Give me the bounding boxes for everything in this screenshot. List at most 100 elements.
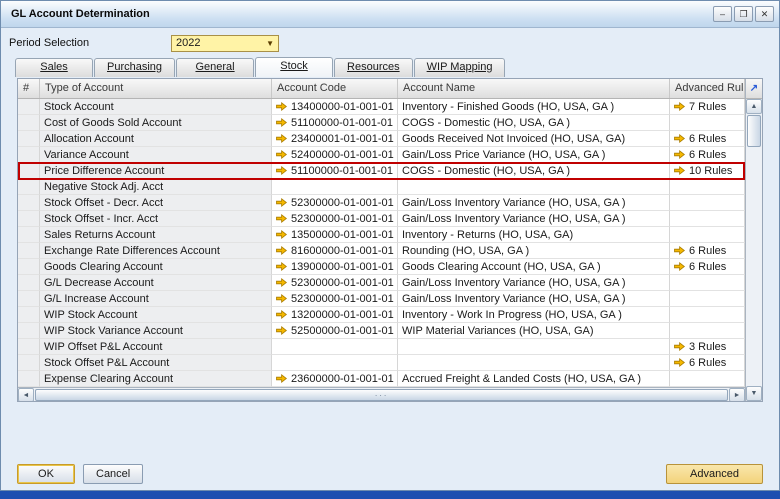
link-arrow-icon[interactable] [674, 262, 685, 271]
table-row[interactable]: WIP Stock Account13200000-01-001-01Inven… [18, 307, 745, 323]
table-row[interactable]: Stock Account13400000-01-001-01Inventory… [18, 99, 745, 115]
table-row[interactable]: Allocation Account23400001-01-001-01Good… [18, 131, 745, 147]
account-name-cell: COGS - Domestic (HO, USA, GA ) [398, 163, 670, 179]
table-row[interactable]: Goods Clearing Account13900000-01-001-01… [18, 259, 745, 275]
link-arrow-icon[interactable] [276, 214, 287, 223]
advanced-rules-cell[interactable]: 6 Rules [670, 147, 745, 163]
link-arrow-icon[interactable] [276, 262, 287, 271]
table-row[interactable]: Stock Offset P&L Account6 Rules [18, 355, 745, 371]
table-row[interactable]: WIP Stock Variance Account52500000-01-00… [18, 323, 745, 339]
account-type-cell: Stock Account [40, 99, 272, 115]
table-row[interactable]: Negative Stock Adj. Acct [18, 179, 745, 195]
account-name-cell: Gain/Loss Inventory Variance (HO, USA, G… [398, 195, 670, 211]
link-arrow-icon[interactable] [674, 358, 685, 367]
tab-resources[interactable]: Resources [334, 58, 413, 77]
advanced-rules-cell[interactable]: 6 Rules [670, 243, 745, 259]
link-arrow-icon[interactable] [276, 166, 287, 175]
horizontal-scrollbar-thumb[interactable]: ∙∙∙ [35, 389, 728, 401]
account-code-cell[interactable]: 81600000-01-001-01 [272, 243, 398, 259]
advanced-rules-cell[interactable]: 7 Rules [670, 99, 745, 115]
link-arrow-icon[interactable] [674, 166, 685, 175]
advanced-rules-cell[interactable]: 6 Rules [670, 131, 745, 147]
account-code-cell[interactable]: 23600000-01-001-01 [272, 371, 398, 387]
scroll-right-icon[interactable]: ► [729, 388, 745, 401]
account-code-cell[interactable]: 51100000-01-001-01 [272, 163, 398, 179]
row-number-cell [18, 355, 40, 371]
table-row[interactable]: G/L Increase Account52300000-01-001-01Ga… [18, 291, 745, 307]
account-code-cell[interactable]: 13200000-01-001-01 [272, 307, 398, 323]
advanced-rules-cell[interactable]: 3 Rules [670, 339, 745, 355]
advanced-rules-cell[interactable]: 6 Rules [670, 355, 745, 371]
account-code-cell[interactable]: 52300000-01-001-01 [272, 195, 398, 211]
account-code-cell[interactable]: 52300000-01-001-01 [272, 211, 398, 227]
row-number-cell [18, 115, 40, 131]
link-arrow-icon[interactable] [276, 150, 287, 159]
link-arrow-icon[interactable] [276, 118, 287, 127]
account-type-cell: Expense Clearing Account [40, 371, 272, 387]
table-row[interactable]: Stock Offset - Incr. Acct52300000-01-001… [18, 211, 745, 227]
table-row[interactable]: Price Difference Account51100000-01-001-… [18, 163, 745, 179]
link-arrow-icon[interactable] [674, 342, 685, 351]
account-code-cell[interactable]: 52400000-01-001-01 [272, 147, 398, 163]
link-arrow-icon[interactable] [276, 198, 287, 207]
tab-general[interactable]: General [176, 58, 254, 77]
account-code-cell[interactable]: 13400000-01-001-01 [272, 99, 398, 115]
account-name-cell: Rounding (HO, USA, GA ) [398, 243, 670, 259]
ok-button[interactable]: OK [17, 464, 75, 484]
account-code-cell[interactable]: 23400001-01-001-01 [272, 131, 398, 147]
table-row[interactable]: Exchange Rate Differences Account8160000… [18, 243, 745, 259]
account-type-cell: WIP Stock Variance Account [40, 323, 272, 339]
link-arrow-icon[interactable] [674, 102, 685, 111]
account-code-cell[interactable]: 13500000-01-001-01 [272, 227, 398, 243]
row-number-cell [18, 195, 40, 211]
period-selection-dropdown[interactable]: 2022 ▼ [171, 35, 279, 52]
table-row[interactable]: Stock Offset - Decr. Acct52300000-01-001… [18, 195, 745, 211]
advanced-rules-cell[interactable]: 10 Rules [670, 163, 745, 179]
link-arrow-icon[interactable] [276, 294, 287, 303]
link-arrow-icon[interactable] [674, 150, 685, 159]
link-arrow-icon[interactable] [276, 310, 287, 319]
link-arrow-icon[interactable] [276, 134, 287, 143]
link-arrow-icon[interactable] [674, 246, 685, 255]
account-code-cell[interactable]: 52500000-01-001-01 [272, 323, 398, 339]
table-row[interactable]: Expense Clearing Account23600000-01-001-… [18, 371, 745, 387]
tab-stock[interactable]: Stock [255, 57, 333, 77]
window-titlebar[interactable]: GL Account Determination – ❐ ✕ [1, 1, 779, 28]
tab-wip-mapping[interactable]: WIP Mapping [414, 58, 506, 77]
scroll-left-icon[interactable]: ◄ [18, 388, 34, 401]
vertical-scrollbar-track[interactable] [746, 148, 762, 386]
row-number-cell [18, 275, 40, 291]
link-arrow-icon[interactable] [276, 374, 287, 383]
row-number-cell [18, 339, 40, 355]
table-row[interactable]: Cost of Goods Sold Account51100000-01-00… [18, 115, 745, 131]
table-row[interactable]: Variance Account52400000-01-001-01Gain/L… [18, 147, 745, 163]
link-arrow-icon[interactable] [276, 326, 287, 335]
account-name-cell [398, 339, 670, 355]
maximize-icon[interactable]: ❐ [734, 6, 753, 22]
cancel-button[interactable]: Cancel [83, 464, 143, 484]
minimize-icon[interactable]: – [713, 6, 732, 22]
scroll-up-icon[interactable]: ▲ [746, 99, 762, 114]
account-code-cell[interactable]: 52300000-01-001-01 [272, 275, 398, 291]
link-arrow-icon[interactable] [276, 246, 287, 255]
advanced-rules-cell[interactable]: 6 Rules [670, 259, 745, 275]
vertical-scrollbar[interactable]: ▲ ▼ [746, 99, 762, 401]
vertical-scrollbar-thumb[interactable] [747, 115, 761, 147]
link-arrow-icon[interactable] [276, 102, 287, 111]
table-row[interactable]: Sales Returns Account13500000-01-001-01I… [18, 227, 745, 243]
scroll-down-icon[interactable]: ▼ [746, 386, 762, 401]
account-code-cell[interactable]: 52300000-01-001-01 [272, 291, 398, 307]
advanced-button[interactable]: Advanced [666, 464, 763, 484]
table-row[interactable]: G/L Decrease Account52300000-01-001-01Ga… [18, 275, 745, 291]
horizontal-scrollbar[interactable]: ◄ ∙∙∙ ► [18, 387, 745, 401]
link-arrow-icon[interactable] [674, 134, 685, 143]
link-arrow-icon[interactable] [276, 278, 287, 287]
close-icon[interactable]: ✕ [755, 6, 774, 22]
link-arrow-icon[interactable] [276, 230, 287, 239]
account-code-cell[interactable]: 51100000-01-001-01 [272, 115, 398, 131]
tab-sales[interactable]: Sales [15, 58, 93, 77]
account-code-cell[interactable]: 13900000-01-001-01 [272, 259, 398, 275]
expand-table-icon[interactable]: ↗ [746, 79, 762, 99]
table-row[interactable]: WIP Offset P&L Account3 Rules [18, 339, 745, 355]
tab-purchasing[interactable]: Purchasing [94, 58, 175, 77]
